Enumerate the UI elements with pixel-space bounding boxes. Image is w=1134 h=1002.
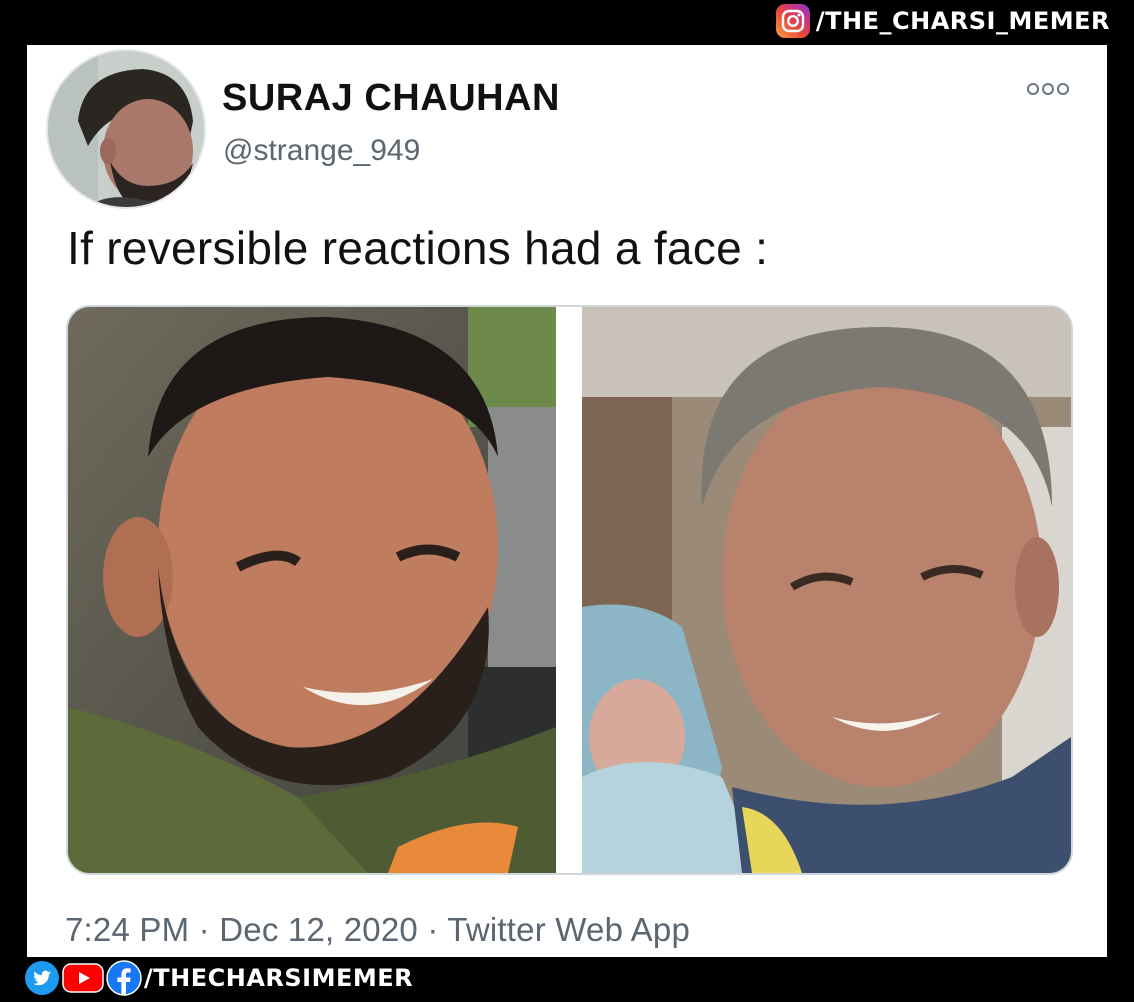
more-dot [1027,83,1039,95]
tweet-card: SURAJ CHAUHAN @strange_949 If reversible… [27,45,1107,957]
bottom-watermark-bar: /THECHARSIMEMER [0,957,1134,1002]
social-watermark: /THECHARSIMEMER [24,959,413,997]
tweet-text: If reversible reactions had a face : [67,222,769,274]
facebook-icon [106,960,142,996]
tweet-meta: 7:24 PM · Dec 12, 2020 · Twitter Web App [65,911,690,949]
photo-left[interactable] [68,307,556,873]
user-handle[interactable]: @strange_949 [223,134,420,168]
meta-separator: · [427,911,439,948]
photo-right[interactable] [582,307,1071,873]
top-watermark-bar: /THE_CHARSI_MEMER [0,0,1134,44]
tweet-date[interactable]: Dec 12, 2020 [219,911,418,948]
instagram-handle: /THE_CHARSI_MEMER [815,7,1110,35]
more-dot [1042,83,1054,95]
social-handle: /THECHARSIMEMER [144,964,414,992]
more-dot [1057,83,1069,95]
instagram-icon [775,4,810,38]
youtube-icon [62,962,104,994]
twitter-icon [24,960,60,996]
tweet-media[interactable] [66,305,1073,875]
more-options-icon[interactable] [1027,83,1069,95]
tweet-source[interactable]: Twitter Web App [447,911,690,948]
display-name[interactable]: SURAJ CHAUHAN [222,77,560,120]
tweet-time[interactable]: 7:24 PM [65,911,189,948]
instagram-watermark: /THE_CHARSI_MEMER [775,4,1110,38]
avatar[interactable] [46,49,206,209]
meta-separator: · [198,911,210,948]
